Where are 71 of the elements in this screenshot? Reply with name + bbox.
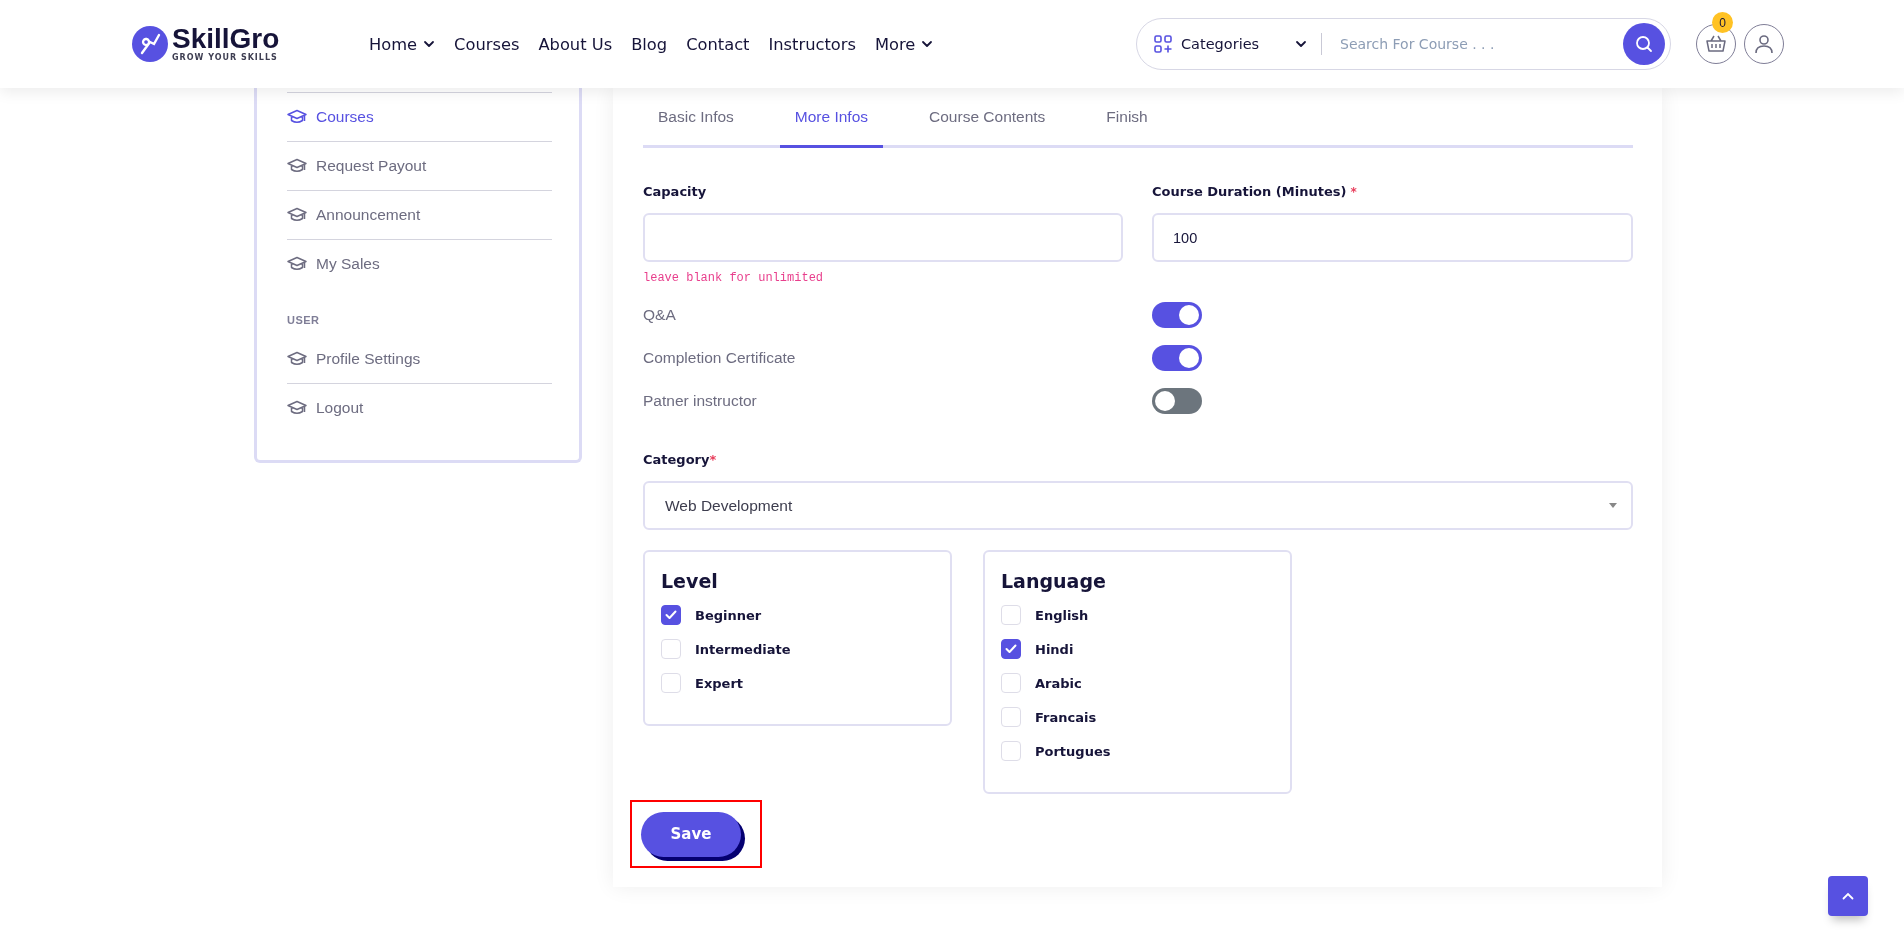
duration-input[interactable]: 100 [1152, 213, 1633, 262]
sidebar-item[interactable]: Courses [287, 92, 552, 141]
tab[interactable]: Basic Infos [643, 88, 749, 148]
sidebar-item[interactable]: Announcement [287, 190, 552, 239]
scroll-to-top-button[interactable] [1828, 876, 1868, 916]
toggle-switch[interactable] [1152, 387, 1202, 414]
nav-link[interactable]: Instructors [768, 34, 856, 54]
nav-link[interactable]: More [875, 34, 934, 54]
field-label: Category [643, 452, 710, 467]
sidebar-item[interactable]: Profile Settings [287, 334, 552, 383]
toggle-label: Completion Certificate [643, 347, 797, 368]
checkbox[interactable] [1001, 639, 1021, 659]
checkbox-label[interactable]: Francais [1035, 709, 1097, 725]
logo-icon [132, 26, 168, 62]
sidebar-item[interactable]: My Sales [287, 239, 552, 288]
checkbox-label[interactable]: Arabic [1035, 675, 1082, 691]
checkbox-label[interactable]: Expert [695, 675, 743, 691]
search-input[interactable]: Search For Course . . . [1338, 35, 1623, 53]
chevron-down-icon [921, 38, 934, 50]
logo-name: SkillGro [172, 25, 280, 53]
graduation-cap-icon [287, 158, 307, 174]
graduation-cap-icon [287, 207, 307, 223]
grid-icon [1153, 34, 1173, 54]
toggle-switch[interactable] [1152, 344, 1202, 371]
nav-link[interactable]: Blog [631, 34, 668, 54]
cart-count-badge: 0 [1712, 12, 1733, 33]
nav-link[interactable]: Contact [686, 34, 750, 54]
chevron-down-icon [1295, 38, 1307, 50]
required-mark: * [1350, 185, 1357, 199]
sidebar-item[interactable]: Logout [287, 383, 552, 432]
checkmark-icon [665, 610, 677, 620]
field-label: Capacity [643, 184, 708, 199]
toggle-label: Patner instructor [643, 390, 758, 411]
basket-icon [1705, 33, 1727, 55]
category-select[interactable]: Web Development [643, 481, 1633, 530]
tab[interactable]: Course Contents [914, 88, 1061, 148]
checkbox-label[interactable]: English [1035, 607, 1089, 623]
checkbox-label[interactable]: Beginner [695, 607, 762, 623]
search-button[interactable] [1623, 23, 1665, 65]
checkbox-label[interactable]: Intermediate [695, 641, 791, 657]
search-icon [1634, 34, 1654, 54]
nav-link[interactable]: Courses [454, 34, 520, 54]
capacity-input[interactable] [643, 213, 1123, 262]
toggle-label: Q&A [643, 304, 677, 325]
nav-link[interactable]: Home [369, 34, 436, 54]
sidebar-section-title: USER [287, 314, 321, 326]
option-group-title: Level [661, 570, 719, 592]
chevron-down-icon [423, 38, 436, 50]
checkbox[interactable] [661, 605, 681, 625]
categories-dropdown[interactable]: Categories [1153, 34, 1307, 54]
field-hint: leave blank for unlimited [643, 271, 825, 285]
chevron-up-icon [1842, 892, 1854, 900]
sidebar-item[interactable]: Request Payout [287, 141, 552, 190]
field-label: Course Duration (Minutes) [1152, 184, 1347, 199]
checkbox-label[interactable]: Hindi [1035, 641, 1074, 657]
toggle-switch[interactable] [1152, 301, 1202, 328]
user-icon [1753, 33, 1775, 55]
graduation-cap-icon [287, 109, 307, 125]
tab[interactable]: Finish [1091, 88, 1163, 148]
option-group-title: Language [1001, 570, 1107, 592]
logo-tagline: GROW YOUR SKILLS [172, 53, 279, 63]
checkbox-label[interactable]: Portugues [1035, 743, 1111, 759]
graduation-cap-icon [287, 256, 307, 272]
checkmark-icon [1005, 644, 1017, 654]
required-mark: * [709, 452, 717, 467]
graduation-cap-icon [287, 350, 307, 367]
tab[interactable]: More Infos [779, 88, 884, 148]
graduation-cap-icon [287, 400, 307, 416]
caret-down-icon [1609, 503, 1617, 508]
user-button[interactable] [1744, 24, 1784, 64]
nav-link[interactable]: About Us [538, 34, 613, 54]
